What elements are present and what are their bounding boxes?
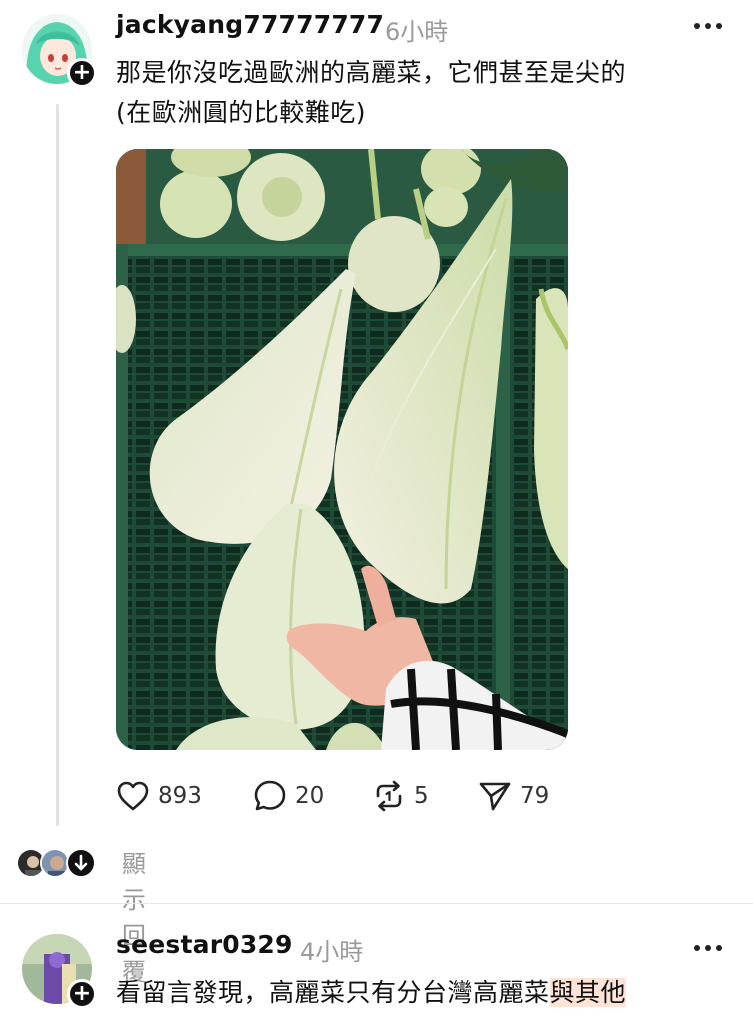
comment-button[interactable]: 20 — [253, 776, 324, 816]
username[interactable]: seestar0329 — [116, 930, 293, 959]
more-dots-icon[interactable] — [693, 16, 723, 36]
post-text-highlight: 與其他 — [549, 978, 627, 1007]
comment-bubble-icon — [253, 779, 287, 813]
post-text: 看留言發現，高麗菜只有分台灣高麗菜與其他 — [116, 974, 627, 1012]
more-dots-icon[interactable] — [693, 938, 723, 958]
username[interactable]: jackyang77777777 — [116, 10, 384, 39]
heart-icon — [116, 780, 150, 812]
repost-count: 5 — [414, 783, 429, 809]
like-count: 893 — [158, 783, 202, 809]
show-replies-label[interactable]: 顯示回覆 — [122, 846, 147, 990]
follow-plus-icon[interactable]: + — [67, 58, 97, 88]
share-count: 79 — [520, 783, 550, 809]
share-button[interactable]: 79 — [478, 776, 549, 816]
arrow-down-icon — [66, 848, 96, 878]
post-text-plain: 看留言發現，高麗菜只有分台灣高麗菜 — [116, 978, 550, 1007]
post-text-line-1: 那是你沒吃過歐洲的高麗菜，它們甚至是尖的 — [116, 58, 627, 87]
like-button[interactable]: 893 — [116, 776, 202, 816]
repost-button[interactable]: 5 — [372, 776, 429, 816]
follow-plus-icon[interactable]: + — [67, 979, 97, 1009]
send-icon — [478, 779, 512, 813]
post-text-line-2: (在歐洲圓的比較難吃) — [116, 98, 367, 127]
thread-line — [56, 104, 59, 826]
timestamp: 6小時 — [385, 18, 449, 46]
post-divider — [0, 903, 753, 904]
comment-count: 20 — [295, 783, 325, 809]
timestamp: 4小時 — [300, 938, 364, 966]
post-photo-cabbages[interactable] — [116, 149, 568, 750]
repost-icon — [372, 779, 406, 813]
